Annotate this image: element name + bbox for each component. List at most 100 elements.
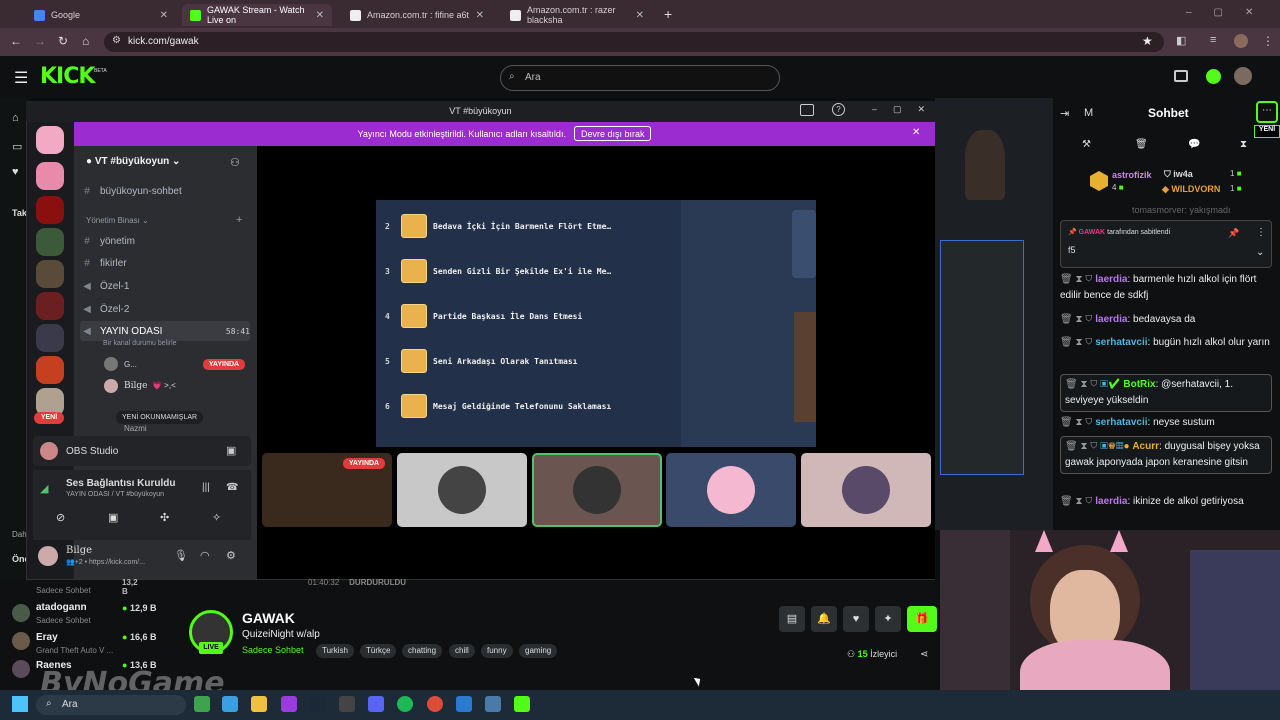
mod-tool-icon[interactable]: ⚒ [1082, 139, 1091, 150]
channel-name[interactable]: GAWAK [242, 610, 295, 626]
member-name[interactable]: Nazmi [124, 424, 147, 433]
channel-yonetim[interactable]: # yönetim [80, 231, 250, 251]
mod-icons[interactable]: 🗑 ⧗ ⛉ [1060, 417, 1095, 428]
profile-avatar[interactable] [1234, 34, 1248, 48]
server-icon[interactable] [36, 228, 64, 256]
activity-icon[interactable]: ✣ [160, 511, 169, 524]
site-info-icon[interactable]: ⚙ [112, 35, 121, 46]
sidebar-channel-prev[interactable]: Sadece Sohbet 13,2 B [36, 578, 138, 596]
chat-username[interactable]: laerdia [1095, 314, 1127, 325]
tag[interactable]: Turkish [316, 644, 354, 658]
participant-tile[interactable] [801, 453, 931, 527]
tag[interactable]: chatting [402, 644, 443, 658]
window-controls[interactable]: –▢✕ [1186, 7, 1275, 18]
top-user-name[interactable]: WILDVORN [1171, 184, 1220, 194]
follow-heart-icon[interactable]: ♥ [843, 606, 869, 632]
chat-username[interactable]: Acurr [1132, 441, 1159, 452]
server-icon[interactable] [36, 196, 64, 224]
chat-username[interactable]: BotRix [1123, 379, 1155, 390]
channel-avatar[interactable] [12, 660, 30, 678]
home-icon[interactable]: ⌂ [12, 112, 19, 124]
windows-start-icon[interactable] [12, 696, 28, 712]
user-avatar[interactable] [38, 546, 58, 566]
bookmark-star-icon[interactable]: ★ [1142, 34, 1153, 48]
chat-menu-icon[interactable]: ⋯ [1256, 101, 1278, 123]
close-icon[interactable]: ✕ [160, 10, 168, 21]
chat-username[interactable]: laerdia [1095, 274, 1127, 285]
tag[interactable]: chill [449, 644, 475, 658]
theater-icon[interactable] [1174, 70, 1188, 82]
tab-kick[interactable]: GAWAK Stream - Watch Live on ✕ [182, 4, 332, 26]
channel-fikirler[interactable]: # fikirler [80, 253, 250, 273]
timeout-icon[interactable]: ⧗ [1240, 139, 1247, 150]
close-icon[interactable]: ✕ [316, 10, 324, 21]
xbox-icon[interactable] [194, 696, 210, 712]
server-icon[interactable] [36, 356, 64, 384]
soundboard-icon[interactable]: ✧ [212, 511, 221, 524]
collapse-chat-icon[interactable]: ⇥ [1060, 107, 1069, 120]
participant-tile[interactable] [666, 453, 796, 527]
noise-icon[interactable]: ||| [202, 482, 210, 493]
tab-google[interactable]: Google ✕ [26, 4, 176, 26]
channel-avatar[interactable] [12, 632, 30, 650]
menu-icon[interactable]: ⋮ [1262, 34, 1274, 48]
hamburger-icon[interactable]: ☰ [14, 68, 28, 88]
share-icon[interactable]: ⋖ [920, 649, 928, 660]
app-icon[interactable] [281, 696, 297, 712]
channel-name[interactable]: Eray [36, 632, 58, 643]
member-name[interactable]: Bilge [124, 381, 147, 391]
add-channel-icon[interactable]: + [236, 214, 242, 226]
invite-icon[interactable]: ⚇ [230, 156, 240, 169]
mod-icons[interactable]: 🗑 ⧗ ⛉ [1065, 379, 1100, 390]
chat-username[interactable]: serhatavcii [1095, 337, 1147, 348]
member-name[interactable]: G... [124, 360, 137, 369]
close-icon[interactable]: ✕ [476, 10, 484, 21]
home-icon[interactable]: ⌂ [82, 34, 89, 48]
channel-yayin-odasi[interactable]: ◀ YAYIN ODASI 58:41 [80, 321, 250, 341]
channel-ozel-1[interactable]: ◀ Özel-1 [80, 276, 250, 296]
chat-bubble-icon[interactable]: 💬 [1188, 139, 1200, 150]
new-tab-button[interactable]: + [664, 6, 672, 22]
server-icon[interactable] [36, 292, 64, 320]
tab-amazon-1[interactable]: Amazon.com.tr : fifine a6t ✕ [342, 4, 492, 26]
clip-icon[interactable]: ▤ [779, 606, 805, 632]
sparkle-icon[interactable]: ✦ [875, 606, 901, 632]
channel-name[interactable]: atadogann [36, 602, 87, 613]
mod-icons[interactable]: 🗑 ⧗ ⛉ [1060, 274, 1095, 285]
notification-bell-icon[interactable]: 🔔 [811, 606, 837, 632]
screen-share-icon[interactable]: ▣ [226, 444, 236, 457]
channel-status[interactable]: Bir kanal durumu belirle [103, 340, 177, 347]
obs-icon[interactable] [339, 696, 355, 712]
taskbar-search[interactable]: Ara [36, 695, 186, 715]
mod-icons[interactable]: 🗑 ⧗ ⛉ [1060, 337, 1095, 348]
participant-tile[interactable] [397, 453, 527, 527]
user-avatar[interactable] [1234, 67, 1252, 85]
server-icon[interactable] [36, 162, 64, 190]
channel-avatar[interactable] [12, 604, 30, 622]
tag[interactable]: Türkçe [360, 644, 397, 658]
help-icon[interactable]: ? [832, 103, 845, 116]
inbox-icon[interactable] [800, 104, 814, 116]
forward-icon[interactable]: → [34, 34, 46, 48]
discord-window-controls[interactable]: –▢✕ [872, 104, 941, 115]
following-icon[interactable]: ♥ [12, 166, 19, 178]
new-unread-pill[interactable]: YENİ OKUNMAMIŞLAR [116, 411, 204, 424]
file-explorer-icon[interactable] [251, 696, 267, 712]
gift-sub-button[interactable]: 🎁 [907, 606, 937, 632]
mod-icons[interactable]: 🗑 ⧗ ⛉ [1065, 441, 1100, 452]
participant-tile-speaking[interactable] [532, 453, 662, 527]
mod-icons[interactable]: 🗑 ⧗ ⛉ [1060, 496, 1095, 507]
kick-app-icon[interactable] [514, 696, 530, 712]
close-banner-icon[interactable]: ✕ [912, 127, 920, 138]
server-icon[interactable] [36, 324, 64, 352]
top-user-name[interactable]: iw4a [1173, 169, 1193, 179]
pinned-menu-icon[interactable]: ⋮ [1256, 227, 1266, 238]
server-name[interactable]: ● VT #büyükoyun ⌄ [86, 156, 180, 167]
pin-icon[interactable]: 📌 [1228, 228, 1239, 239]
copilot-icon[interactable] [222, 696, 238, 712]
disconnect-icon[interactable]: ☎ [226, 482, 238, 493]
search-input[interactable]: Ara [500, 65, 780, 91]
mod-icons[interactable]: 🗑 ⧗ ⛉ [1060, 314, 1095, 325]
delete-icon[interactable]: 🗑 [1135, 139, 1148, 150]
steam-icon[interactable] [310, 696, 326, 712]
